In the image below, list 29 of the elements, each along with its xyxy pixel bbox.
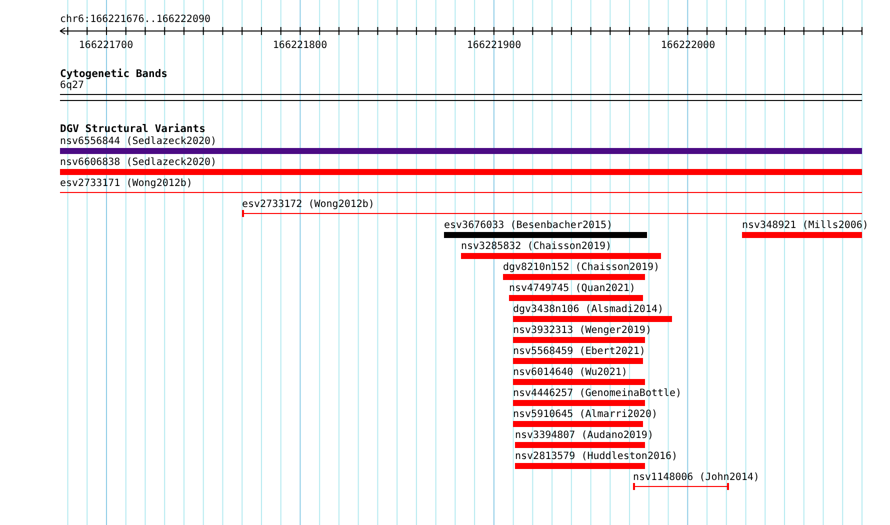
variant-label[interactable]: nsv6556844 (Sedlazeck2020) xyxy=(60,136,217,148)
band-label: 6q27 xyxy=(60,80,86,92)
variant-bar[interactable] xyxy=(60,189,862,196)
variant-label[interactable]: nsv1148006 (John2014) xyxy=(633,472,760,484)
variant-bar[interactable] xyxy=(633,483,729,490)
ruler-tick-label: 166221900 xyxy=(466,40,522,52)
ruler-tick-label: 166221800 xyxy=(272,40,328,52)
variant-label[interactable]: nsv2813579 (Huddleston2016) xyxy=(515,451,678,463)
ruler-tick-label: 166222000 xyxy=(660,40,716,52)
variant-bar[interactable] xyxy=(242,210,862,217)
variant-label[interactable]: nsv5910645 (Almarri2020) xyxy=(513,409,658,421)
variant-label[interactable]: nsv3932313 (Wenger2019) xyxy=(513,325,652,337)
variant-label[interactable]: nsv5568459 (Ebert2021) xyxy=(513,346,646,358)
variant-label[interactable]: nsv4749745 (Quan2021) xyxy=(509,283,636,295)
variant-label[interactable]: dgv8210n152 (Chaisson2019) xyxy=(503,262,660,274)
ruler-tick-label: 166221700 xyxy=(78,40,134,52)
variant-label[interactable]: esv2733171 (Wong2012b) xyxy=(60,178,192,190)
variant-label[interactable]: esv2733172 (Wong2012b) xyxy=(242,199,374,211)
variant-label[interactable]: nsv348921 (Mills2006) xyxy=(742,220,868,232)
location-label: chr6:166221676..166222090 xyxy=(60,14,211,26)
track-title: DGV Structural Variants xyxy=(60,123,206,135)
variant-label[interactable]: nsv6606838 (Sedlazeck2020) xyxy=(60,157,217,169)
variant-label[interactable]: esv3676033 (Besenbacher2015) xyxy=(444,220,613,232)
track-title: Cytogenetic Bands xyxy=(60,68,168,80)
variant-label[interactable]: nsv3394807 (Audano2019) xyxy=(515,430,654,442)
variant-label[interactable]: nsv4446257 (GenomeinaBottle) xyxy=(513,388,682,400)
variant-label[interactable]: nsv6014640 (Wu2021) xyxy=(513,367,628,379)
variant-label[interactable]: dgv3438n106 (Alsmadi2014) xyxy=(513,304,664,316)
variant-label[interactable]: nsv3285832 (Chaisson2019) xyxy=(461,241,612,253)
